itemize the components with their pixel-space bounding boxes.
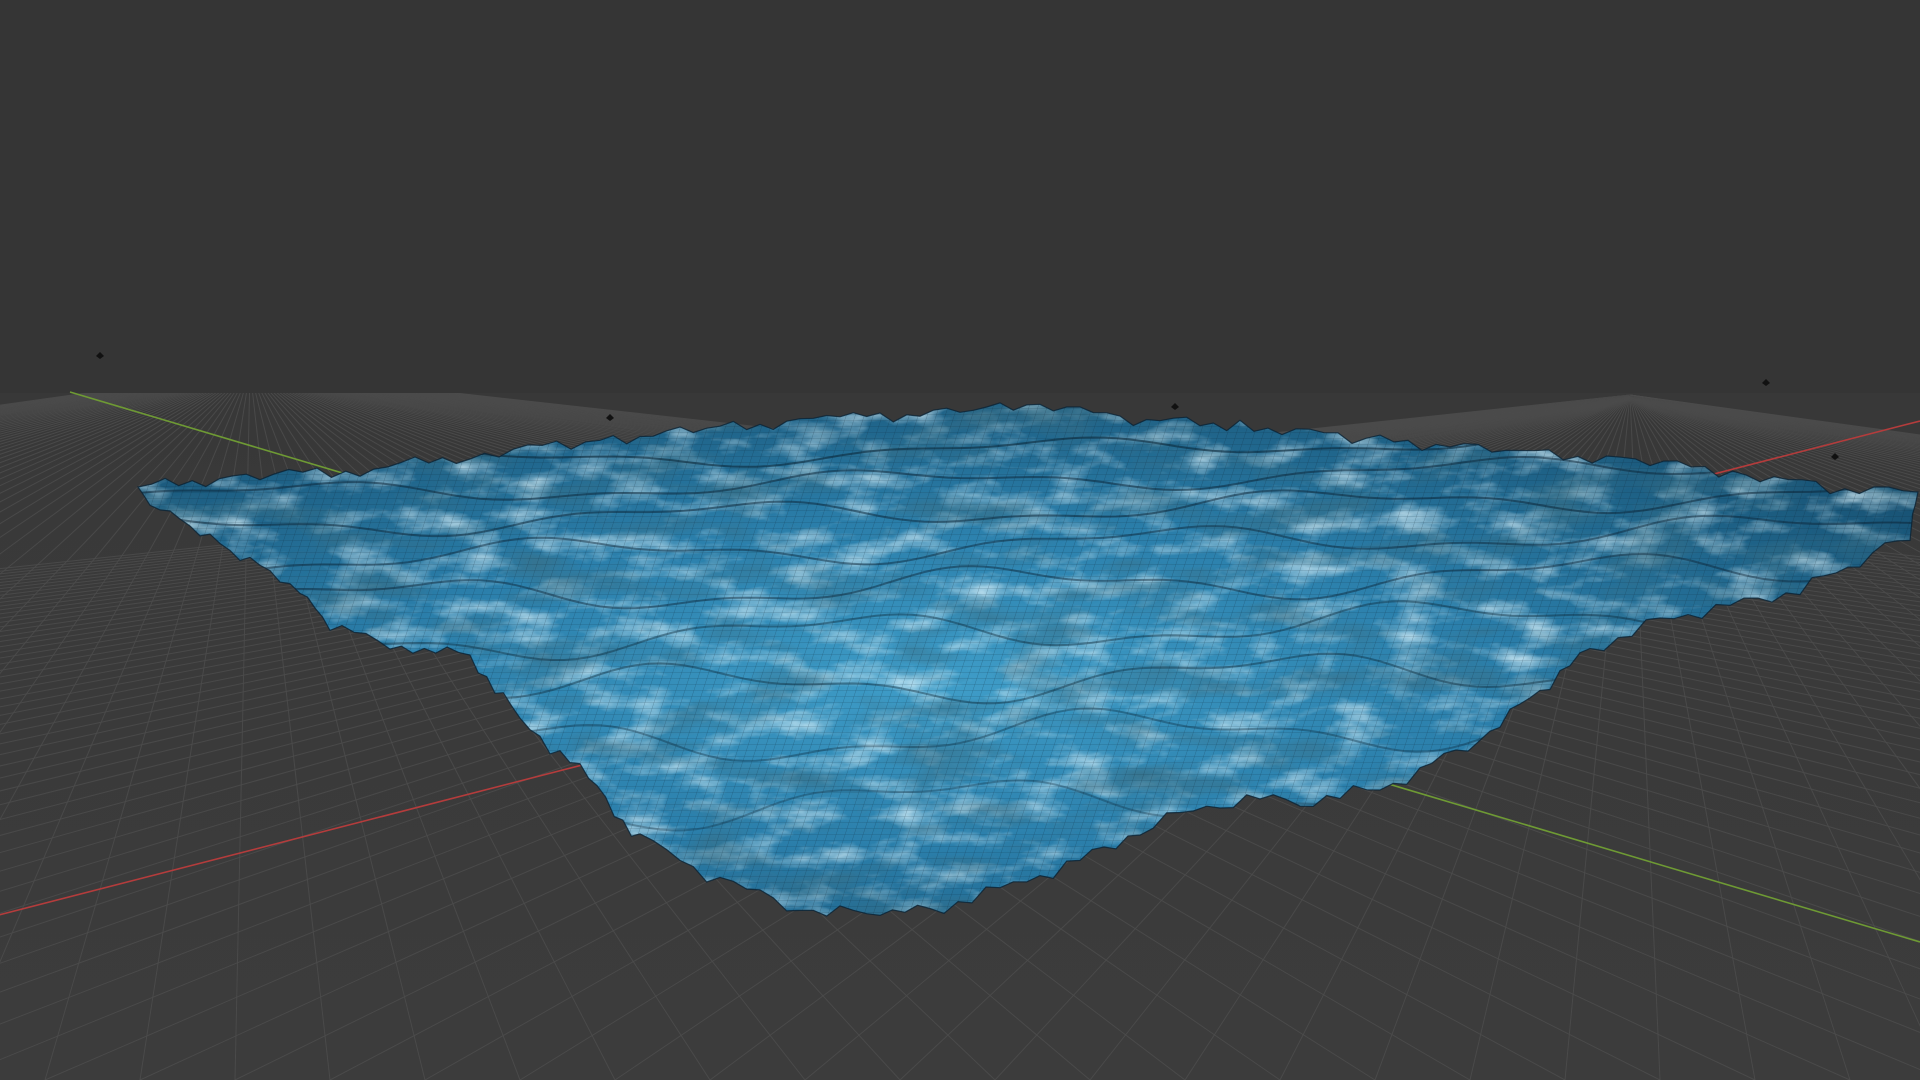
3d-viewport[interactable] (0, 0, 1920, 1080)
viewport-canvas[interactable] (0, 0, 1920, 1080)
horizon-mask (0, 0, 1920, 393)
